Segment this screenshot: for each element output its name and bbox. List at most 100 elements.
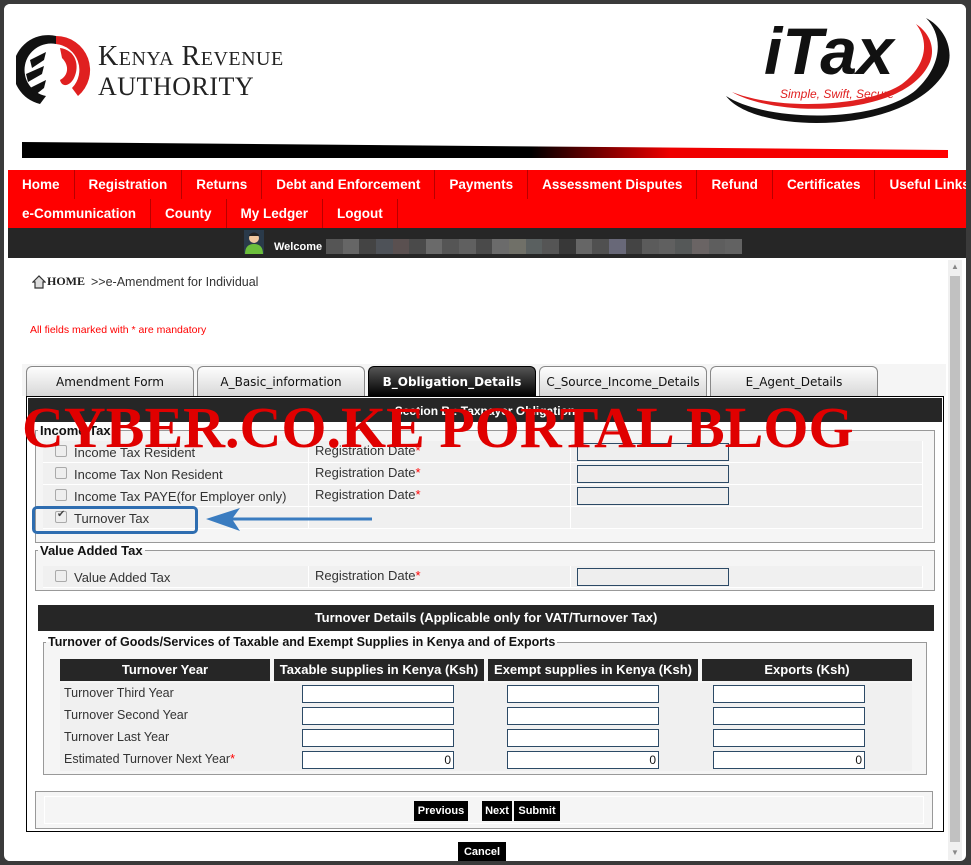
itax-logo: iTax Simple, Swift, Secure (726, 14, 950, 124)
next-button[interactable]: Next (482, 801, 512, 821)
nav-item-logout[interactable]: Logout (323, 199, 398, 228)
income-tax-row: Income Tax PAYE(for Employer only) Regis… (43, 485, 923, 507)
tab-agent-details[interactable]: E_Agent_Details (710, 366, 878, 396)
nav-item-county[interactable]: County (151, 199, 227, 228)
section-title: Section B : Taxpayer Obligation (28, 398, 942, 422)
turnover-row-label: Turnover Last Year (64, 730, 170, 744)
nav-item-refund[interactable]: Refund (697, 170, 773, 199)
turnover-row-label: Turnover Second Year (64, 708, 188, 722)
turnover-tax-highlight (32, 506, 198, 534)
income-tax-legend: Income Tax (40, 423, 111, 438)
nav-item-assessment-disputes[interactable]: Assessment Disputes (528, 170, 698, 199)
tab-amendment-form[interactable]: Amendment Form (26, 366, 194, 396)
pointer-arrow-icon (206, 508, 372, 531)
breadcrumb-current: >>e-Amendment for Individual (91, 274, 259, 289)
taxable-supplies-input[interactable] (302, 685, 454, 703)
vat-checkbox[interactable] (55, 570, 67, 582)
nav-item-my-ledger[interactable]: My Ledger (227, 199, 324, 228)
registration-date-label: Registration Date* (315, 443, 421, 458)
col-exports: Exports (Ksh) (702, 659, 912, 681)
itax-brand-text: iTax (764, 14, 896, 88)
obligation-label: Income Tax Non Resident (74, 467, 223, 482)
browser-frame: Kenya Revenue Authority iTax Simple, Swi… (4, 4, 966, 861)
welcome-label: Welcome (274, 241, 323, 253)
exports-input[interactable] (713, 685, 865, 703)
registration-date-input[interactable] (577, 465, 729, 483)
nav-item-debt-and-enforcement[interactable]: Debt and Enforcement (262, 170, 436, 199)
site-header: Kenya Revenue Authority iTax Simple, Swi… (4, 4, 966, 170)
scroll-thumb[interactable] (950, 276, 960, 842)
nav-item-home[interactable]: Home (8, 170, 75, 199)
turnover-row-label: Turnover Third Year (64, 686, 174, 700)
col-turnover-year: Turnover Year (60, 659, 270, 681)
taxable-supplies-input[interactable] (302, 707, 454, 725)
taxable-supplies-input[interactable] (302, 729, 454, 747)
org-name-line1: Kenya Revenue (98, 41, 284, 72)
breadcrumb: HOME >>e-Amendment for Individual (32, 274, 258, 289)
income-tax-row: Income Tax Resident Registration Date* (43, 441, 923, 463)
col-exempt-supplies: Exempt supplies in Kenya (Ksh) (488, 659, 698, 681)
nav-item-payments[interactable]: Payments (435, 170, 529, 199)
nav-item-e-communication[interactable]: e-Communication (8, 199, 152, 228)
vat-label: Value Added Tax (74, 570, 171, 585)
exports-input[interactable] (713, 707, 865, 725)
taxable-supplies-input[interactable]: 0 (302, 751, 454, 769)
scroll-down-arrow-icon[interactable]: ▼ (948, 846, 962, 860)
turnover-row-label: Estimated Turnover Next Year* (64, 752, 235, 766)
form-actions: Previous Next Submit (35, 791, 933, 829)
exempt-supplies-input[interactable] (507, 707, 659, 725)
tab-obligation-details[interactable]: B_Obligation_Details (368, 366, 536, 396)
breadcrumb-home-link[interactable]: HOME (47, 274, 85, 289)
nav-item-registration[interactable]: Registration (75, 170, 183, 199)
mandatory-note: All fields marked with * are mandatory (30, 324, 207, 336)
obligation-checkbox[interactable] (55, 467, 67, 479)
tab-basic-information[interactable]: A_Basic_information (197, 366, 365, 396)
nav-row-2: e-Communication County My Ledger Logout (8, 199, 966, 228)
turnover-row: Turnover Last Year (60, 727, 912, 749)
turnover-details-header: Turnover Details (Applicable only for VA… (38, 605, 934, 631)
header-swoosh-divider (22, 142, 948, 158)
nav-item-returns[interactable]: Returns (182, 170, 263, 199)
income-tax-row: Income Tax Non Resident Registration Dat… (43, 463, 923, 485)
exempt-supplies-input[interactable] (507, 729, 659, 747)
user-avatar-icon (244, 230, 264, 254)
exports-input[interactable]: 0 (713, 751, 865, 769)
registration-date-label: Registration Date* (315, 465, 421, 480)
main-nav: Home Registration Returns Debt and Enforcem… (8, 170, 966, 228)
turnover-row: Turnover Third Year (60, 683, 912, 705)
tab-source-income-details[interactable]: C_Source_Income_Details (539, 366, 707, 396)
registration-date-input[interactable] (577, 443, 729, 461)
page-content: HOME >>e-Amendment for Individual All fi… (8, 258, 948, 861)
previous-button[interactable]: Previous (414, 801, 468, 821)
tab-bar: Amendment Form A_Basic_information B_Obl… (22, 364, 946, 396)
obligation-label: Income Tax PAYE(for Employer only) (74, 489, 287, 504)
submit-button[interactable]: Submit (514, 801, 560, 821)
obligation-form: Section B : Taxpayer Obligation Income T… (26, 396, 944, 832)
nav-item-useful-links[interactable]: Useful Links (875, 170, 966, 199)
cancel-button[interactable]: Cancel (458, 842, 506, 861)
turnover-legend: Turnover of Goods/Services of Taxable an… (48, 635, 556, 649)
registration-date-input[interactable] (577, 487, 729, 505)
kra-lion-logo-icon (16, 35, 91, 104)
exempt-supplies-input[interactable]: 0 (507, 751, 659, 769)
itax-tagline: Simple, Swift, Secure (780, 87, 894, 101)
exempt-supplies-input[interactable] (507, 685, 659, 703)
org-name-line2: Authority (98, 72, 255, 101)
welcome-bar: Welcome (8, 228, 966, 258)
vat-legend: Value Added Tax (40, 543, 143, 558)
vertical-scrollbar[interactable]: ▲ ▼ (948, 260, 962, 860)
turnover-row: Estimated Turnover Next Year* 0 0 0 (60, 749, 912, 771)
obligation-checkbox[interactable] (55, 489, 67, 501)
scroll-up-arrow-icon[interactable]: ▲ (948, 260, 962, 274)
exports-input[interactable] (713, 729, 865, 747)
home-icon[interactable] (32, 274, 46, 289)
redacted-username (326, 239, 743, 254)
kra-wordmark: Kenya Revenue Authority (98, 42, 284, 102)
nav-item-certificates[interactable]: Certificates (773, 170, 876, 199)
turnover-row: Turnover Second Year (60, 705, 912, 727)
vat-registration-date-label: Registration Date* (315, 568, 421, 583)
vat-row: Value Added Tax Registration Date* (43, 566, 923, 588)
vat-registration-date-input[interactable] (577, 568, 729, 586)
obligation-checkbox[interactable] (55, 445, 67, 457)
nav-row-1: Home Registration Returns Debt and Enforcem… (8, 170, 966, 199)
